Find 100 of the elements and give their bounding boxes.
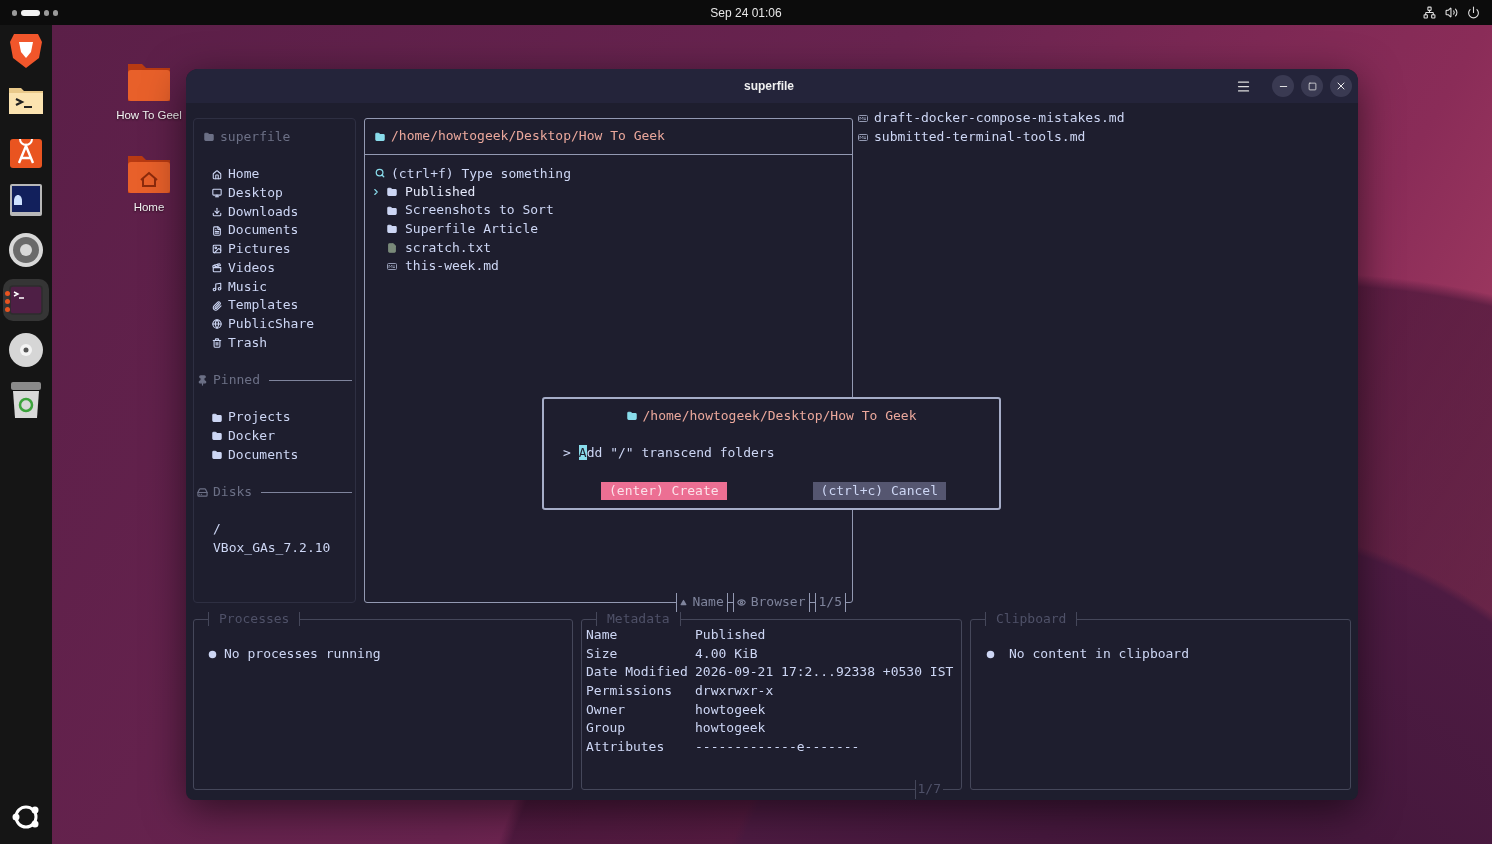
metadata-value: drwxrwxr-x [695, 682, 775, 701]
close-button[interactable] [1330, 75, 1352, 97]
preview-file-name: draft-docker-compose-mistakes.md [874, 109, 1125, 127]
clapperboard-icon [212, 263, 222, 274]
metadata-value: howtogeek [695, 700, 767, 719]
metadata-label: Date Modified [586, 663, 689, 682]
metadata-label: Name [586, 626, 619, 644]
folder-icon [212, 412, 222, 423]
cursor-icon [371, 187, 381, 198]
clock[interactable]: Sep 24 01:06 [710, 5, 782, 20]
paperclip-icon [212, 300, 222, 311]
menu-icon [1236, 78, 1251, 94]
current-path: /home/howtogeek/Desktop/How To Geek [391, 127, 665, 146]
eye-icon [736, 598, 746, 608]
disk-item[interactable]: VBox_GAs_7.2.10 [213, 539, 331, 558]
prompt-marker: > [563, 444, 571, 463]
metadata-value: howtogeek [695, 719, 767, 738]
monitor-icon [9, 183, 43, 217]
panel-title: Clipboard [985, 612, 1078, 626]
caret-up-icon [680, 599, 688, 607]
metadata-value: 4.00 KiB [695, 644, 759, 663]
sidebar-item[interactable]: PublicShare [228, 314, 315, 334]
position-label: 1/7 [914, 780, 943, 799]
sidebar-item[interactable]: Trash [228, 333, 268, 353]
file-icon [387, 243, 397, 254]
dialog-button[interactable]: (ctrl+c) Cancel [812, 481, 946, 500]
folder-icon [387, 205, 397, 216]
file-name[interactable]: scratch.txt [405, 238, 492, 258]
markdown-icon [387, 263, 397, 271]
markdown-icon [858, 133, 868, 141]
metadata-label: Owner [586, 700, 627, 719]
volume-icon[interactable] [1445, 6, 1458, 19]
file-name[interactable]: Published [405, 182, 476, 202]
network-icon[interactable] [1423, 6, 1436, 19]
workspace-indicator[interactable] [44, 9, 49, 16]
folder-icon [387, 187, 397, 198]
maximize-icon [1307, 81, 1317, 91]
metadata-value: Published [695, 626, 767, 644]
folder-icon [375, 131, 385, 142]
metadata-value: -------------e------- [695, 738, 861, 757]
folder-icon [212, 450, 222, 461]
pin-icon [197, 374, 208, 386]
close-icon [1335, 80, 1347, 92]
folder-icon[interactable] [126, 61, 172, 103]
sidebar-item[interactable]: Home [228, 165, 260, 185]
sidebar-title: superfile [220, 128, 291, 146]
drive-icon [197, 486, 208, 498]
folder-icon [626, 411, 637, 422]
preview-file-name: submitted-terminal-tools.md [874, 127, 1086, 146]
metadata-label: Permissions [586, 682, 674, 701]
metadata-label: Size [586, 644, 619, 663]
disc-icon [8, 332, 44, 368]
section-title: Disks [213, 483, 253, 502]
desktop-icon-label[interactable]: How To Geel [116, 109, 182, 121]
sidebar-item[interactable]: Pictures [228, 240, 291, 259]
document-icon [212, 225, 222, 236]
home-folder-icon[interactable] [126, 153, 172, 195]
disk-item[interactable]: / [213, 520, 221, 540]
metadata-label: Attributes [586, 738, 666, 757]
download-icon [212, 207, 222, 218]
globe-icon [212, 319, 222, 330]
panel-title: Processes [208, 612, 301, 626]
workspace-indicator[interactable] [12, 9, 17, 16]
trash-icon [10, 381, 42, 419]
menu-button[interactable] [1236, 78, 1251, 94]
search-field[interactable]: (ctrl+f) Type something [391, 164, 691, 183]
sidebar-item[interactable]: Videos [228, 258, 275, 278]
metadata-value: 2026-09-21 17:2...92338 +0530 IST [695, 663, 955, 682]
empty-message: No content in clipboard [1009, 644, 1189, 663]
empty-message: No processes running [224, 644, 381, 663]
trash-icon [212, 337, 222, 348]
workspace-indicator[interactable] [53, 9, 58, 16]
sidebar-item[interactable]: Downloads [228, 202, 299, 222]
sort-label[interactable]: Name [676, 593, 728, 612]
home-icon [212, 169, 222, 180]
sidebar-item[interactable]: Documents [228, 221, 299, 241]
file-name[interactable]: Superfile Article [405, 220, 539, 239]
file-name[interactable]: Screenshots to Sort [405, 201, 554, 221]
folder-icon [204, 132, 214, 143]
sidebar-item[interactable]: Projects [228, 408, 291, 428]
section-title: Pinned [213, 370, 260, 389]
folder-icon [387, 224, 397, 235]
monitor-icon [212, 188, 222, 199]
workspace-indicator[interactable] [21, 9, 40, 16]
file-name[interactable]: this-week.md [405, 257, 499, 277]
folder-icon [212, 431, 222, 442]
sidebar-item[interactable]: Documents [228, 445, 299, 465]
panel-title: Metadata [596, 612, 681, 626]
power-icon[interactable] [1467, 6, 1480, 19]
sidebar-item[interactable]: Desktop [228, 184, 283, 203]
desktop-icon-label[interactable]: Home [133, 201, 165, 213]
sidebar-item[interactable]: Docker [228, 427, 275, 446]
markdown-icon [858, 114, 868, 122]
music-icon [212, 281, 222, 292]
maximize-button[interactable] [1301, 75, 1323, 97]
position-label: 1/5 [814, 593, 846, 612]
sidebar-item[interactable]: Music [228, 277, 268, 297]
search-icon [375, 168, 385, 179]
mode-label[interactable]: Browser [732, 593, 810, 612]
sidebar-item[interactable]: Templates [228, 296, 299, 315]
